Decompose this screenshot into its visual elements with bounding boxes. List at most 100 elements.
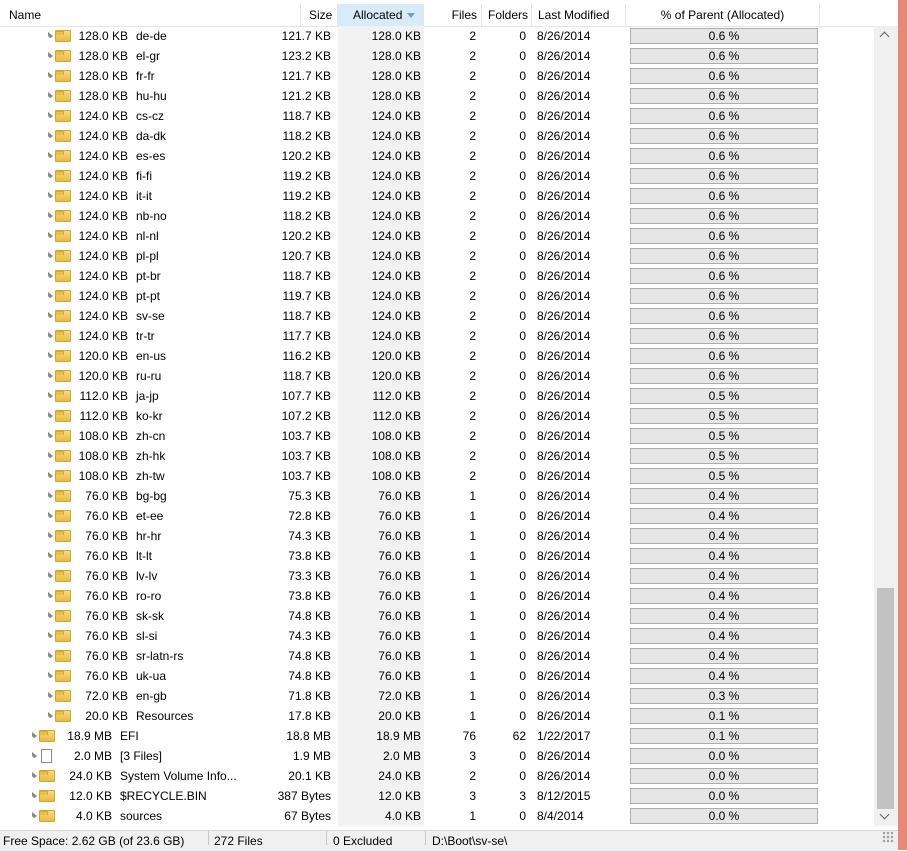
column-allocated[interactable]: Allocated [338,4,424,26]
expand-arrow-icon[interactable] [48,632,53,642]
tree-row[interactable]: 124.0 KB nl-nl 120.2 KB 124.0 KB 2 0 8/26/2014… [0,226,874,246]
expand-arrow-icon[interactable] [48,572,53,582]
column-folders[interactable]: Folders [482,4,532,26]
expand-arrow-icon[interactable] [48,132,53,142]
expand-arrow-icon[interactable] [48,612,53,622]
expand-arrow-icon[interactable] [48,112,53,122]
tree-row[interactable]: 124.0 KB nb-no 118.2 KB 124.0 KB 2 0 8/26/2014… [0,206,874,226]
tree-row[interactable]: 112.0 KB ja-jp 107.7 KB 112.0 KB 2 0 8/26/2014… [0,386,874,406]
expand-arrow-icon[interactable] [48,592,53,602]
tree-row[interactable]: 112.0 KB ko-kr 107.2 KB 112.0 KB 2 0 8/26/2014… [0,406,874,426]
column-files[interactable]: Files [424,4,482,26]
expand-arrow-icon[interactable] [48,192,53,202]
row-prefix-size: 124.0 KB [78,149,128,163]
expand-arrow-icon[interactable] [48,232,53,242]
tree-row[interactable]: 24.0 KB System Volume Info... 20.1 KB 24.0 … [0,766,874,786]
expand-arrow-inner [48,456,51,462]
resize-grip-icon[interactable] [882,831,894,843]
expand-arrow-icon[interactable] [48,532,53,542]
expand-arrow-icon[interactable] [48,372,53,382]
expand-arrow-icon[interactable] [48,652,53,662]
tree-row[interactable]: 76.0 KB lt-lt 73.8 KB 76.0 KB 1 0 8/26/2014 0.4… [0,546,874,566]
tree-row[interactable]: 76.0 KB bg-bg 75.3 KB 76.0 KB 1 0 8/26/2014 0.4… [0,486,874,506]
tree-row[interactable]: 128.0 KB hu-hu 121.2 KB 128.0 KB 2 0 8/26/2014… [0,86,874,106]
expand-arrow-icon[interactable] [48,412,53,422]
tree-row[interactable]: 124.0 KB es-es 120.2 KB 124.0 KB 2 0 8/26/2014… [0,146,874,166]
row-files: 1 [469,589,476,603]
vertical-scrollbar[interactable] [874,26,898,826]
expand-arrow-icon[interactable] [48,272,53,282]
tree-row[interactable]: 76.0 KB lv-lv 73.3 KB 76.0 KB 1 0 8/26/2014 0.4… [0,566,874,586]
tree-row[interactable]: 124.0 KB fi-fi 119.2 KB 124.0 KB 2 0 8/26/2014… [0,166,874,186]
scroll-down-button[interactable] [874,809,898,826]
tree-row[interactable]: 124.0 KB cs-cz 118.7 KB 124.0 KB 2 0 8/26/2014… [0,106,874,126]
column-size[interactable]: Size [301,4,338,26]
tree-row[interactable]: 124.0 KB da-dk 118.2 KB 124.0 KB 2 0 8/26/2014… [0,126,874,146]
row-pct-parent-bar: 0.4 % [630,588,818,604]
tree-row[interactable]: 76.0 KB sl-si 74.3 KB 76.0 KB 1 0 8/26/2014 0.4… [0,626,874,646]
tree-row[interactable]: 72.0 KB en-gb 71.8 KB 72.0 KB 1 0 8/26/2014 0.3… [0,686,874,706]
expand-arrow-icon[interactable] [48,92,53,102]
expand-arrow-icon[interactable] [32,772,37,782]
tree-row[interactable]: 108.0 KB zh-tw 103.7 KB 108.0 KB 2 0 8/26/2014… [0,466,874,486]
tree-row[interactable]: 120.0 KB ru-ru 118.7 KB 120.0 KB 2 0 8/26/2014… [0,366,874,386]
tree-row[interactable]: 124.0 KB tr-tr 117.7 KB 124.0 KB 2 0 8/26/2014… [0,326,874,346]
expand-arrow-icon[interactable] [48,512,53,522]
expand-arrow-icon[interactable] [48,152,53,162]
column-pct-parent[interactable]: % of Parent (Allocated) [626,4,820,26]
tree-row[interactable]: 120.0 KB en-us 116.2 KB 120.0 KB 2 0 8/26/2014… [0,346,874,366]
tree-row[interactable]: 124.0 KB pl-pl 120.7 KB 124.0 KB 2 0 8/26/2014… [0,246,874,266]
expand-arrow-icon[interactable] [32,792,37,802]
tree-row[interactable]: 124.0 KB pt-pt 119.7 KB 124.0 KB 2 0 8/26/2014… [0,286,874,306]
expand-arrow-icon[interactable] [48,492,53,502]
tree-row[interactable]: 4.0 KB sources 67 Bytes 4.0 KB 1 0 8/4/2014 0.0… [0,806,874,826]
tree-row[interactable]: 76.0 KB et-ee 72.8 KB 76.0 KB 1 0 8/26/2014 0.4… [0,506,874,526]
tree-row[interactable]: 108.0 KB zh-hk 103.7 KB 108.0 KB 2 0 8/26/2014… [0,446,874,466]
expand-arrow-icon[interactable] [48,472,53,482]
scrollbar-thumb[interactable] [877,588,894,809]
expand-arrow-icon[interactable] [48,712,53,722]
expand-arrow-icon[interactable] [48,452,53,462]
column-name[interactable]: Name [0,4,301,26]
expand-arrow-icon[interactable] [48,332,53,342]
expand-arrow-icon[interactable] [48,212,53,222]
tree-row[interactable]: 2.0 MB [3 Files] 1.9 MB 2.0 MB 3 0 8/26/2014 0.… [0,746,874,766]
expand-arrow-icon[interactable] [48,52,53,62]
expand-arrow-icon[interactable] [48,172,53,182]
expand-arrow-icon[interactable] [48,432,53,442]
tree-row[interactable]: 12.0 KB $RECYCLE.BIN 387 Bytes 12.0 KB 3 3 8/1… [0,786,874,806]
row-files: 2 [469,49,476,63]
file-tree-list[interactable]: 128.0 KB de-de 121.7 KB 128.0 KB 2 0 8/26/2014… [0,26,874,826]
expand-arrow-icon[interactable] [32,732,37,742]
expand-arrow-icon[interactable] [48,392,53,402]
tree-row[interactable]: 76.0 KB ro-ro 73.8 KB 76.0 KB 1 0 8/26/2014 0.4… [0,586,874,606]
tree-row[interactable]: 124.0 KB it-it 119.2 KB 124.0 KB 2 0 8/26/2014… [0,186,874,206]
expand-arrow-icon[interactable] [48,692,53,702]
expand-arrow-icon[interactable] [48,32,53,42]
row-allocated: 124.0 KB [371,149,421,163]
column-last-modified[interactable]: Last Modified [532,4,626,26]
tree-row[interactable]: 76.0 KB hr-hr 74.3 KB 76.0 KB 1 0 8/26/2014 0.4… [0,526,874,546]
tree-row[interactable]: 18.9 MB EFI 18.8 MB 18.9 MB 76 62 1/22/2017 0.1… [0,726,874,746]
tree-row[interactable]: 128.0 KB el-gr 123.2 KB 128.0 KB 2 0 8/26/2014… [0,46,874,66]
expand-arrow-icon[interactable] [48,292,53,302]
tree-row[interactable]: 108.0 KB zh-cn 103.7 KB 108.0 KB 2 0 8/26/2014… [0,426,874,446]
expand-arrow-icon[interactable] [48,252,53,262]
tree-row[interactable]: 76.0 KB sr-latn-rs 74.8 KB 76.0 KB 1 0 8/26/20… [0,646,874,666]
expand-arrow-icon[interactable] [32,812,37,822]
expand-arrow-inner [48,516,51,522]
tree-row[interactable]: 124.0 KB pt-br 118.7 KB 124.0 KB 2 0 8/26/2014… [0,266,874,286]
tree-row[interactable]: 128.0 KB fr-fr 121.7 KB 128.0 KB 2 0 8/26/2014… [0,66,874,86]
tree-row[interactable]: 76.0 KB sk-sk 74.8 KB 76.0 KB 1 0 8/26/2014 0.4… [0,606,874,626]
tree-row[interactable]: 76.0 KB uk-ua 74.8 KB 76.0 KB 1 0 8/26/2014 0.4… [0,666,874,686]
scroll-up-button[interactable] [874,26,898,43]
expand-arrow-icon[interactable] [48,72,53,82]
tree-row[interactable]: 124.0 KB sv-se 118.7 KB 124.0 KB 2 0 8/26/2014… [0,306,874,326]
expand-arrow-icon[interactable] [48,312,53,322]
tree-row[interactable]: 20.0 KB Resources 17.8 KB 20.0 KB 1 0 8/26/201… [0,706,874,726]
expand-arrow-icon[interactable] [48,352,53,362]
expand-arrow-icon[interactable] [48,552,53,562]
tree-row[interactable]: 128.0 KB de-de 121.7 KB 128.0 KB 2 0 8/26/2014… [0,26,874,46]
expand-arrow-icon[interactable] [48,672,53,682]
expand-arrow-icon[interactable] [32,752,37,762]
